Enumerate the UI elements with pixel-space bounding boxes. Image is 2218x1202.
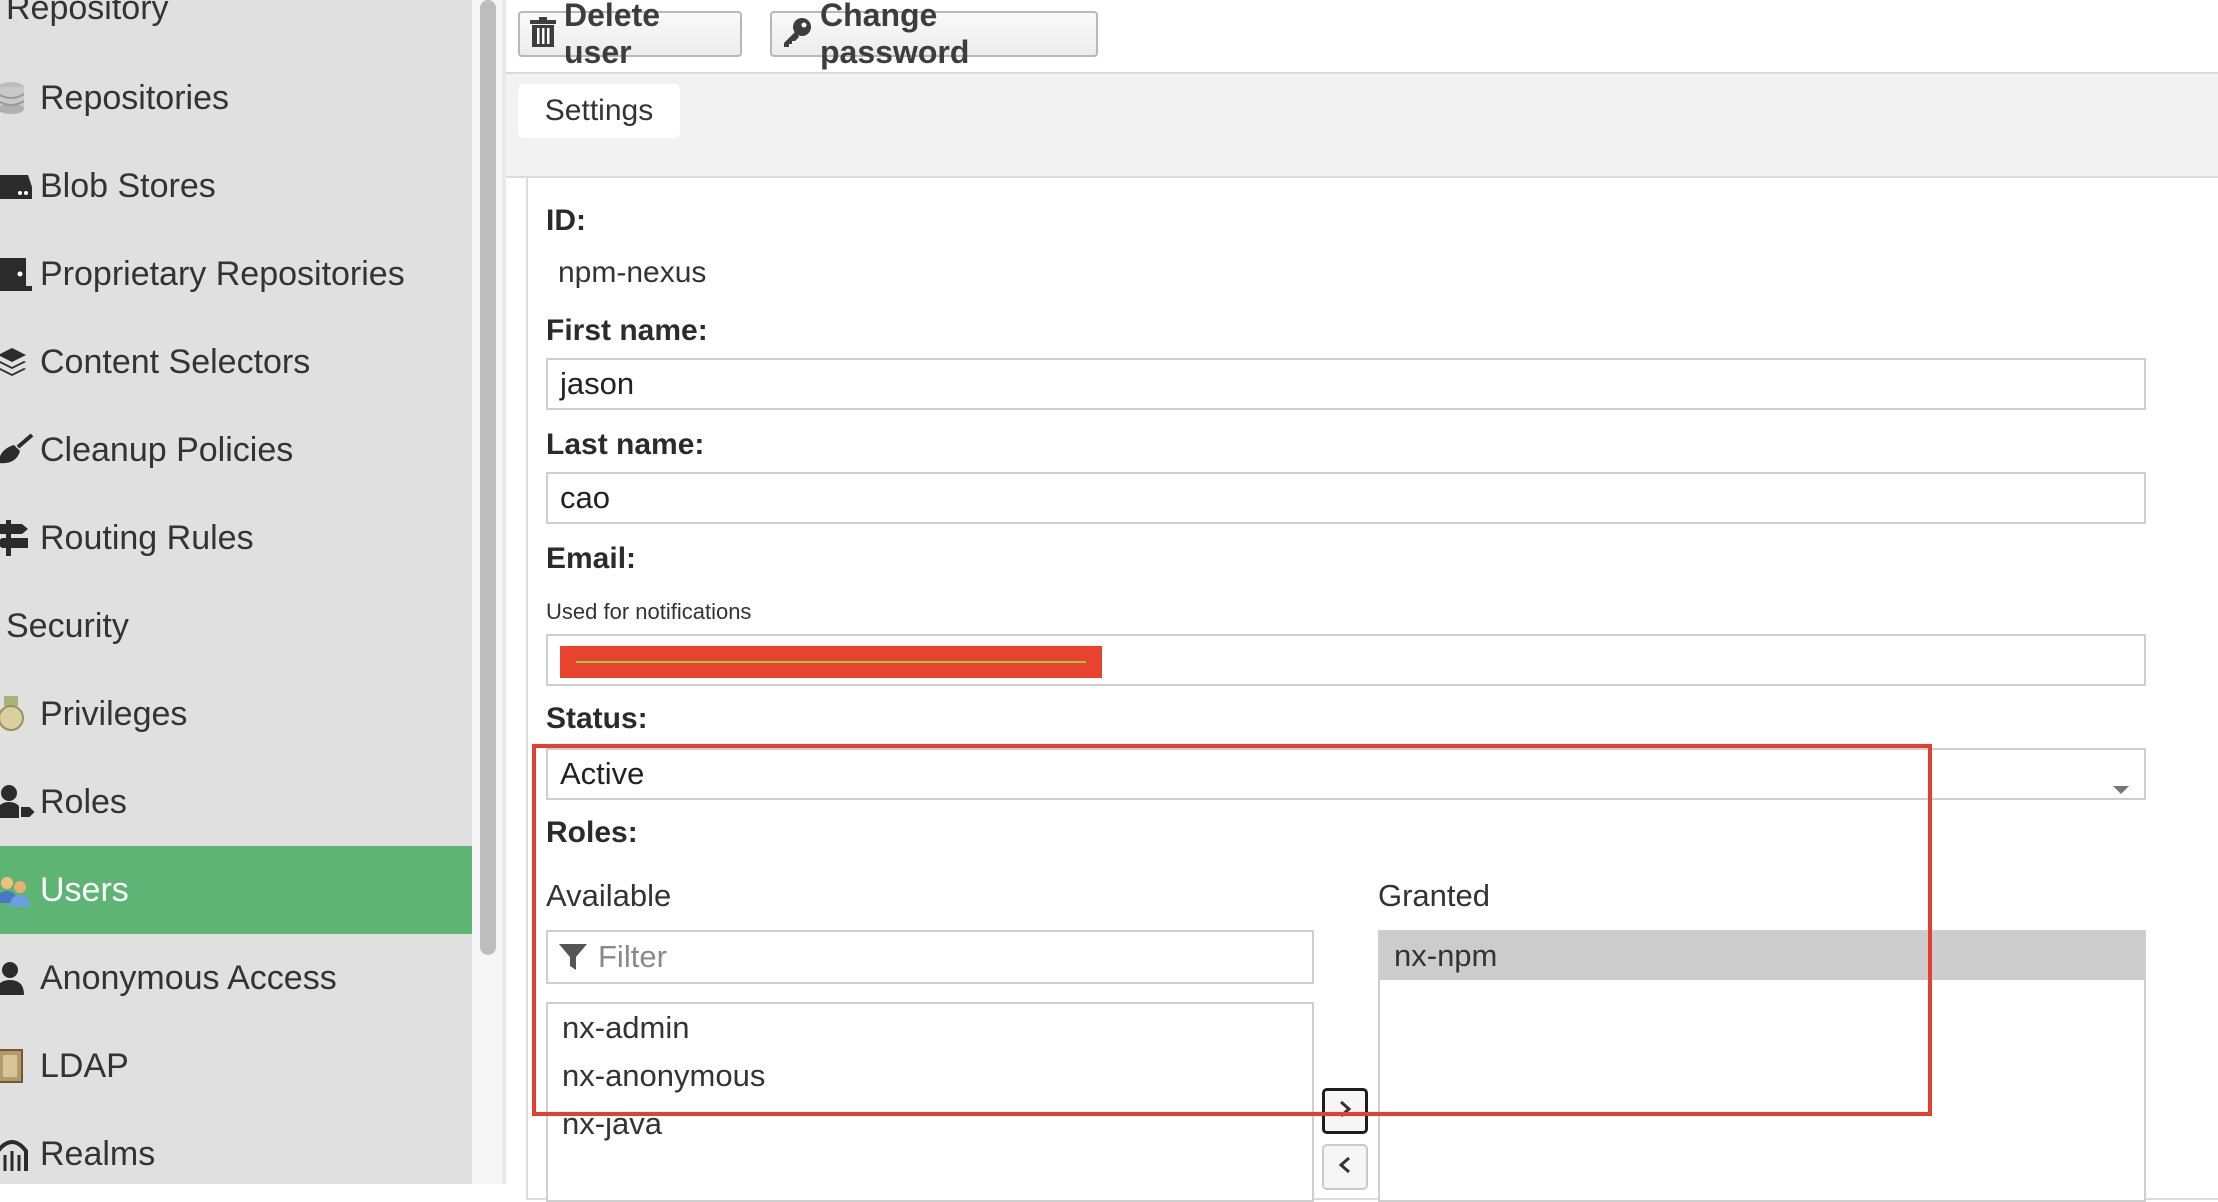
section-heading-security: Security: [6, 607, 129, 645]
sidebar-item-label: LDAP: [40, 1047, 129, 1085]
filter-icon: [558, 942, 588, 977]
sidebar-item-repositories[interactable]: Repositories: [0, 54, 472, 142]
sidebar-item-cleanup-policies[interactable]: Cleanup Policies: [0, 406, 472, 494]
sidebar-item-anonymous-access[interactable]: Anonymous Access: [0, 934, 472, 1022]
sidebar-item-privileges[interactable]: Privileges: [0, 670, 472, 758]
list-item[interactable]: nx-anonymous: [562, 1058, 765, 1094]
status-label: Status:: [546, 702, 648, 735]
sidebar-item-label: Roles: [40, 783, 127, 821]
remove-role-button[interactable]: [1322, 1144, 1368, 1190]
change-password-label: Change password: [820, 0, 970, 70]
redaction-line: [576, 661, 1086, 663]
key-icon: [782, 17, 812, 52]
door-icon: [0, 252, 40, 296]
book-icon: [0, 1044, 40, 1088]
realm-icon: [0, 1132, 40, 1176]
email-label: Email:: [546, 542, 637, 575]
first-name-field[interactable]: jason: [546, 358, 2146, 410]
tab-strip: [506, 74, 2218, 178]
filter-placeholder: Filter: [598, 939, 667, 974]
sidebar: Repository Repositories Blob Stores Prop…: [0, 0, 472, 1184]
sidebar-item-label: Repositories: [40, 79, 229, 117]
sidebar-item-realms[interactable]: Realms: [0, 1110, 472, 1184]
user-tag-icon: [0, 780, 40, 824]
sidebar-item-label: Realms: [40, 1135, 156, 1173]
users-icon: [0, 868, 40, 912]
role-filter-input[interactable]: Filter: [546, 930, 1314, 984]
chevron-right-icon: [1338, 1099, 1352, 1124]
sidebar-item-label: Privileges: [40, 695, 188, 733]
available-roles-label: Available: [546, 878, 672, 913]
id-label: ID:: [546, 204, 586, 237]
sidebar-item-routing-rules[interactable]: Routing Rules: [0, 494, 472, 582]
sidebar-item-label: Content Selectors: [40, 343, 311, 381]
tab-settings[interactable]: Settings: [518, 84, 680, 138]
database-icon: [0, 76, 40, 120]
trash-icon: [530, 16, 556, 52]
first-name-label: First name:: [546, 314, 708, 347]
chevron-down-icon: [2112, 768, 2130, 804]
list-item[interactable]: nx-java: [562, 1106, 662, 1142]
status-value: Active: [560, 756, 645, 791]
sidebar-item-label: Blob Stores: [40, 167, 216, 205]
delete-user-button[interactable]: Delete user: [518, 0, 742, 70]
sidebar-item-content-selectors[interactable]: Content Selectors: [0, 318, 472, 406]
toolbar: [506, 0, 2218, 74]
roles-label: Roles:: [546, 816, 638, 849]
add-role-button[interactable]: [1322, 1088, 1368, 1134]
sidebar-item-label: Cleanup Policies: [40, 431, 294, 469]
last-name-field[interactable]: cao: [546, 472, 2146, 524]
email-field[interactable]: [546, 634, 2146, 686]
section-heading-repository: Repository: [6, 0, 169, 27]
id-value: npm-nexus: [558, 256, 707, 289]
chevron-left-icon: [1338, 1155, 1352, 1180]
sidebar-item-label: Routing Rules: [40, 519, 254, 557]
user-icon: [0, 956, 40, 1000]
delete-user-label: Delete user: [564, 0, 661, 70]
hard-drive-icon: [0, 164, 40, 208]
sidebar-scrollbar-thumb[interactable]: [480, 0, 496, 955]
status-select[interactable]: Active: [546, 748, 2146, 800]
last-name-value: cao: [560, 480, 610, 515]
list-item[interactable]: nx-npm: [1394, 938, 1497, 974]
sidebar-item-proprietary-repositories[interactable]: Proprietary Repositories: [0, 230, 472, 318]
sidebar-item-label: Users: [40, 871, 129, 909]
sidebar-item-ldap[interactable]: LDAP: [0, 1022, 472, 1110]
first-name-value: jason: [560, 366, 635, 401]
broom-icon: [0, 428, 40, 472]
last-name-label: Last name:: [546, 428, 705, 461]
granted-roles-label: Granted: [1378, 878, 1491, 913]
change-password-button[interactable]: Change password: [770, 0, 1098, 70]
sidebar-item-blob-stores[interactable]: Blob Stores: [0, 142, 472, 230]
sidebar-item-label: Proprietary Repositories: [40, 255, 405, 293]
medal-icon: [0, 692, 40, 736]
sidebar-item-roles[interactable]: Roles: [0, 758, 472, 846]
email-redaction: [560, 646, 1102, 678]
signpost-icon: [0, 516, 40, 560]
layers-icon: [0, 340, 40, 384]
sidebar-item-label: Anonymous Access: [40, 959, 337, 997]
list-item[interactable]: nx-admin: [562, 1010, 690, 1046]
email-help-text: Used for notifications: [546, 599, 752, 624]
sidebar-item-users[interactable]: Users: [0, 846, 472, 934]
